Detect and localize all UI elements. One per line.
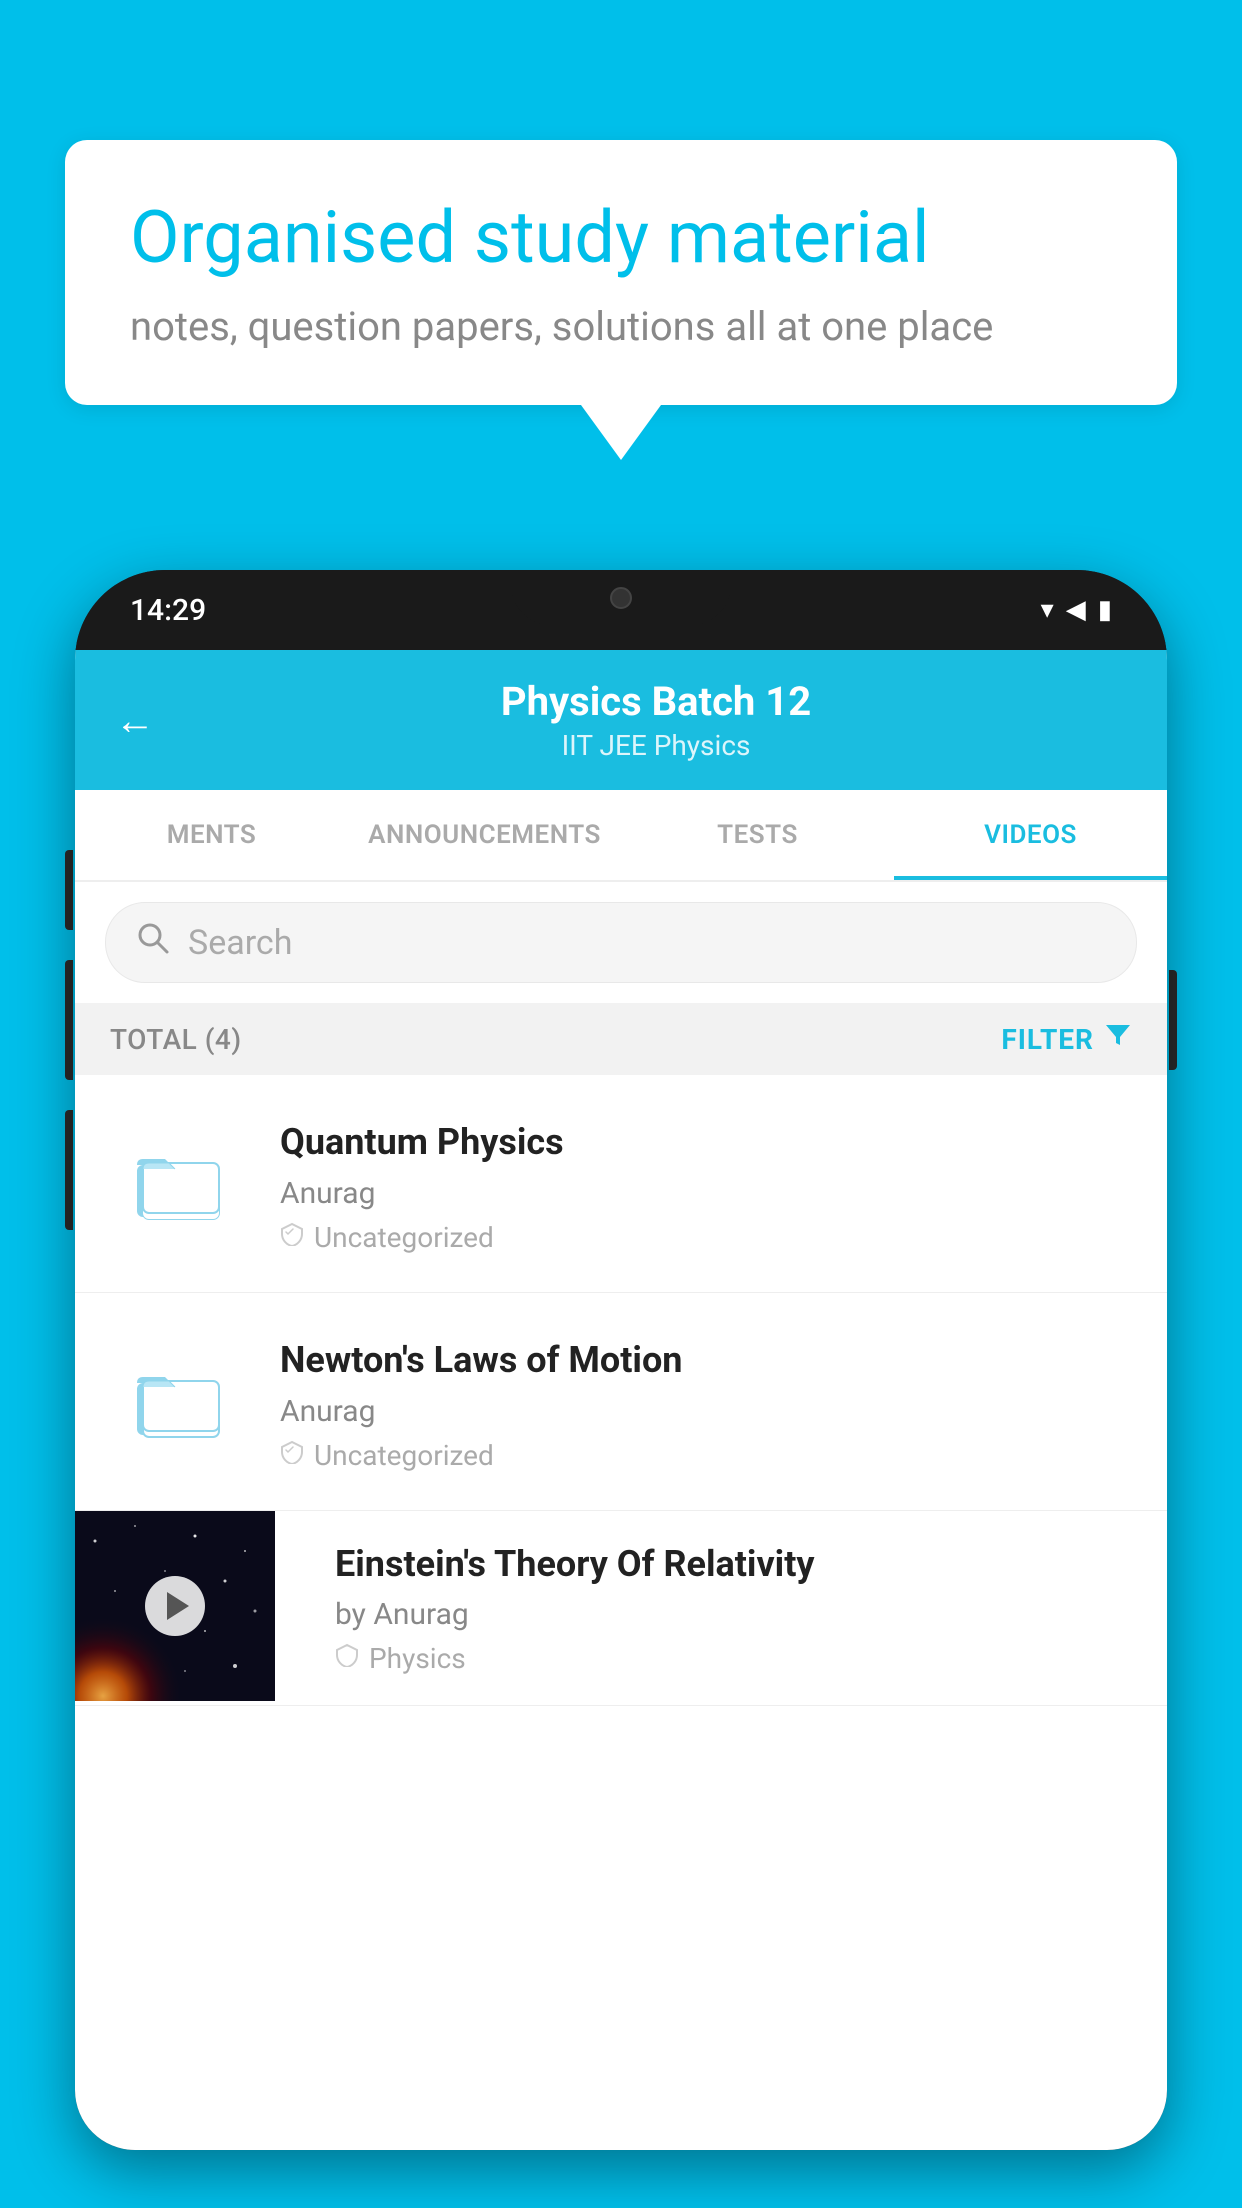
search-container: Search: [75, 882, 1167, 1003]
status-bar: 14:29 ▾ ◀ ▮: [75, 570, 1167, 650]
thumbnail-image: [75, 1511, 275, 1701]
tab-announcements[interactable]: ANNOUNCEMENTS: [348, 790, 621, 880]
phone-wrapper: 14:29 ▾ ◀ ▮ ← Physics Batch 12 IIT JEE P…: [75, 570, 1167, 2208]
tab-tests[interactable]: TESTS: [621, 790, 894, 880]
speech-bubble-wrapper: Organised study material notes, question…: [65, 140, 1177, 460]
video-info: Einstein's Theory Of Relativity by Anura…: [305, 1511, 1167, 1706]
filter-bar: TOTAL (4) FILTER: [75, 1003, 1167, 1075]
folder-icon-wrapper: [110, 1331, 250, 1471]
filter-button[interactable]: FILTER: [1001, 1021, 1132, 1057]
search-icon: [136, 921, 170, 964]
folder-icon-wrapper: [110, 1113, 250, 1253]
video-tag: Uncategorized: [280, 1439, 1132, 1472]
filter-funnel-icon: [1104, 1021, 1132, 1057]
video-info: Newton's Laws of Motion Anurag Uncategor…: [280, 1331, 1132, 1472]
tag-icon: [280, 1440, 304, 1471]
video-info: Quantum Physics Anurag Uncategorized: [280, 1113, 1132, 1254]
video-author: Anurag: [280, 1394, 1132, 1429]
camera-dot: [610, 587, 632, 609]
video-author: Anurag: [280, 1176, 1132, 1211]
video-title: Einstein's Theory Of Relativity: [335, 1541, 1137, 1588]
tab-videos[interactable]: VIDEOS: [894, 790, 1167, 880]
speech-bubble: Organised study material notes, question…: [65, 140, 1177, 405]
signal-icon: ◀: [1066, 595, 1086, 625]
play-button[interactable]: [145, 1576, 205, 1636]
filter-label: FILTER: [1001, 1023, 1094, 1056]
speech-bubble-title: Organised study material: [130, 195, 1112, 281]
header-title-block: Physics Batch 12 IIT JEE Physics: [185, 678, 1127, 762]
video-tag: Physics: [335, 1642, 1137, 1675]
phone-side-button-2: [65, 960, 73, 1080]
speech-bubble-subtitle: notes, question papers, solutions all at…: [130, 303, 1112, 350]
tag-icon: [335, 1643, 359, 1674]
phone-side-button-1: [65, 850, 73, 930]
battery-icon: ▮: [1098, 595, 1112, 625]
video-title: Newton's Laws of Motion: [280, 1337, 1132, 1384]
notch: [511, 570, 731, 625]
search-bar[interactable]: Search: [105, 902, 1137, 983]
app-screen: ← Physics Batch 12 IIT JEE Physics MENTS…: [75, 650, 1167, 2150]
header-title: Physics Batch 12: [185, 678, 1127, 725]
tag-label: Physics: [369, 1642, 466, 1675]
phone-side-power-button: [1169, 970, 1177, 1070]
list-item[interactable]: Quantum Physics Anurag Uncategorized: [75, 1075, 1167, 1293]
folder-icon: [135, 1361, 225, 1441]
folder-icon: [135, 1143, 225, 1223]
tag-icon: [280, 1222, 304, 1253]
status-time: 14:29: [130, 593, 206, 628]
list-item[interactable]: Newton's Laws of Motion Anurag Uncategor…: [75, 1293, 1167, 1511]
video-thumbnail: [75, 1511, 275, 1701]
video-title: Quantum Physics: [280, 1119, 1132, 1166]
tag-label: Uncategorized: [314, 1221, 494, 1254]
total-count: TOTAL (4): [110, 1023, 242, 1056]
video-tag: Uncategorized: [280, 1221, 1132, 1254]
status-icons: ▾ ◀ ▮: [1041, 595, 1112, 625]
video-author: by Anurag: [335, 1597, 1137, 1632]
tag-label: Uncategorized: [314, 1439, 494, 1472]
search-placeholder: Search: [188, 923, 292, 963]
video-list: Quantum Physics Anurag Uncategorized: [75, 1075, 1167, 1706]
phone-frame: 14:29 ▾ ◀ ▮ ← Physics Batch 12 IIT JEE P…: [75, 570, 1167, 2150]
play-triangle-icon: [167, 1592, 189, 1620]
tab-ments[interactable]: MENTS: [75, 790, 348, 880]
list-item[interactable]: Einstein's Theory Of Relativity by Anura…: [75, 1511, 1167, 1707]
tabs-bar: MENTS ANNOUNCEMENTS TESTS VIDEOS: [75, 790, 1167, 882]
wifi-icon: ▾: [1041, 595, 1054, 625]
speech-bubble-arrow: [581, 405, 661, 460]
back-button[interactable]: ←: [115, 697, 155, 744]
phone-side-button-3: [65, 1110, 73, 1230]
header-subtitle: IIT JEE Physics: [185, 729, 1127, 762]
app-header: ← Physics Batch 12 IIT JEE Physics: [75, 650, 1167, 790]
